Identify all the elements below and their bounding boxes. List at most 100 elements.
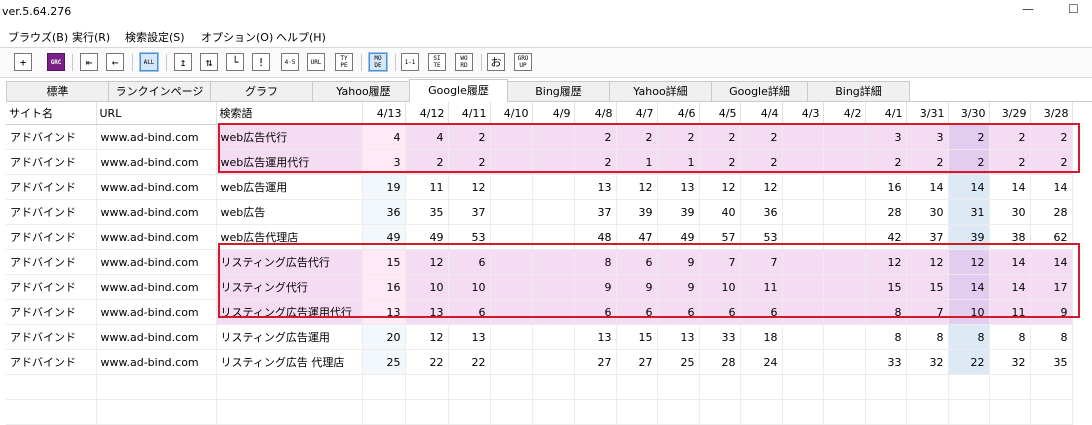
empty-cell	[906, 399, 949, 425]
column-header[interactable]: 4/11	[448, 102, 491, 125]
rank-cell: 13	[574, 324, 617, 350]
rank-cell: 20	[362, 324, 406, 350]
add-button[interactable]: +	[14, 53, 32, 71]
rank-cell	[823, 249, 866, 275]
keyword-cell: web広告	[216, 199, 363, 225]
toolbar: + GRC ⇤ ← ALL ↥ ⇅ └ ! 4·5 URL TY PE MO D…	[0, 47, 1092, 78]
column-header[interactable]: 3/29	[989, 102, 1031, 125]
column-header[interactable]: 4/1	[865, 102, 907, 125]
menu-browse[interactable]: ブラウズ(B)	[8, 29, 68, 45]
rank-cell: 11	[405, 174, 449, 200]
table-row[interactable]: アドバインド www.ad-bind.com リスティング広告運用 20 12 13 13 1…	[6, 324, 1073, 350]
group-button[interactable]: GRO UP	[514, 53, 532, 71]
bracket-button[interactable]: └	[226, 53, 244, 71]
column-header[interactable]: 3/30	[948, 102, 990, 125]
back-button[interactable]: ←	[106, 53, 124, 71]
tab-yahoo-detail[interactable]: Yahoo詳細	[609, 81, 712, 101]
rank-cell: 4	[362, 124, 406, 150]
rank-cell: 12	[405, 249, 449, 275]
menu-options[interactable]: オプション(O)	[201, 29, 273, 45]
rank-cell: 11	[989, 299, 1031, 325]
rank-cell	[823, 349, 866, 375]
tab-graph[interactable]: グラフ	[210, 81, 313, 101]
rank-cell: 7	[906, 299, 949, 325]
url-button[interactable]: URL	[307, 53, 325, 71]
table-row[interactable]: アドバインド www.ad-bind.com リスティング広告運用代行 13 13 6 6 6…	[6, 299, 1073, 325]
column-header[interactable]: URL	[96, 102, 217, 125]
rank-cell: 13	[657, 324, 700, 350]
rank-cell: 37	[448, 199, 491, 225]
table-row[interactable]: アドバインド www.ad-bind.com web広告代理店 49 49 53 48 47 4…	[6, 224, 1073, 250]
rank-cell: 53	[448, 224, 491, 250]
tab-google-history[interactable]: Google履歴	[409, 79, 508, 102]
type-button[interactable]: TY PE	[335, 53, 353, 71]
empty-cell	[532, 374, 575, 400]
maximize-icon[interactable]: ☐	[1068, 2, 1079, 16]
tab-bing-history[interactable]: Bing履歴	[507, 81, 610, 101]
rank-cell: 13	[362, 299, 406, 325]
table-row[interactable]: アドバインド www.ad-bind.com web広告 36 35 37 37 39 39 40…	[6, 199, 1073, 225]
menu-search-settings[interactable]: 検索設定(S)	[125, 29, 185, 45]
column-header[interactable]: 4/6	[657, 102, 700, 125]
rank-cell: 12	[948, 249, 990, 275]
exclaim-button[interactable]: !	[252, 53, 270, 71]
column-header[interactable]: 4/2	[823, 102, 866, 125]
range-button[interactable]: 4·5	[281, 53, 299, 71]
menu-help[interactable]: ヘルプ(H)	[276, 29, 326, 45]
sort-button[interactable]: ⇅	[200, 53, 218, 71]
column-header[interactable]: 3/28	[1030, 102, 1073, 125]
table-row[interactable]: アドバインド www.ad-bind.com web広告運用 19 11 12 13 12 13…	[6, 174, 1073, 200]
rank-cell: 14	[948, 274, 990, 300]
table-row[interactable]: アドバインド www.ad-bind.com web広告運用代行 3 2 2 2 1 1 2 2 2 2…	[6, 149, 1073, 175]
column-header[interactable]: 4/7	[616, 102, 658, 125]
all-button[interactable]: ALL	[140, 53, 158, 71]
empty-cell	[740, 374, 783, 400]
o-button[interactable]: お	[487, 53, 505, 71]
column-header[interactable]: 4/13	[362, 102, 406, 125]
rank-cell: 49	[405, 224, 449, 250]
column-header[interactable]: 検索語	[216, 102, 363, 125]
tab-yahoo-history[interactable]: Yahoo履歴	[312, 81, 415, 101]
rank-cell: 22	[448, 349, 491, 375]
minimize-icon[interactable]: —	[1022, 2, 1034, 16]
one-to-one-button[interactable]: 1-1	[401, 53, 419, 71]
empty-cell	[616, 374, 658, 400]
column-header[interactable]: 4/5	[699, 102, 741, 125]
empty-cell	[699, 374, 741, 400]
site-button[interactable]: SI TE	[428, 53, 446, 71]
table-row[interactable]: アドバインド www.ad-bind.com リスティング広告代行 15 12 6 8 6 9 7…	[6, 249, 1073, 275]
table-row[interactable]: アドバインド www.ad-bind.com リスティング代行 16 10 10 9 9 9 10…	[6, 274, 1073, 300]
column-header[interactable]: 4/3	[782, 102, 824, 125]
empty-cell	[1030, 374, 1073, 400]
menu-run[interactable]: 実行(R)	[72, 29, 110, 45]
tab-rank-in-page[interactable]: ランクインページ	[108, 81, 211, 101]
rank-cell: 8	[906, 324, 949, 350]
tab-bing-detail[interactable]: Bing詳細	[807, 81, 910, 101]
table-row[interactable]: アドバインド www.ad-bind.com リスティング広告 代理店 25 22 22 2…	[6, 349, 1073, 375]
rank-cell: 4	[405, 124, 449, 150]
mode-button[interactable]: MO DE	[369, 53, 387, 71]
site-name-cell: アドバインド	[6, 299, 97, 325]
column-header[interactable]: 4/9	[532, 102, 575, 125]
column-header[interactable]: 4/4	[740, 102, 783, 125]
word-button[interactable]: WO RD	[455, 53, 473, 71]
column-header[interactable]: 4/8	[574, 102, 617, 125]
table-row[interactable]: アドバインド www.ad-bind.com web広告代行 4 4 2 2 2 2 2 2 3 3 2 2…	[6, 124, 1073, 150]
column-header[interactable]: 3/31	[906, 102, 949, 125]
column-header[interactable]: 4/10	[490, 102, 533, 125]
up-button[interactable]: ↥	[174, 53, 192, 71]
site-name-cell: アドバインド	[6, 349, 97, 375]
grc-button[interactable]: GRC	[47, 53, 65, 71]
column-header[interactable]: サイト名	[6, 102, 97, 125]
empty-cell	[448, 374, 491, 400]
rank-cell: 3	[906, 124, 949, 150]
tab-standard[interactable]: 標準	[6, 81, 109, 101]
empty-cell	[823, 399, 866, 425]
first-page-button[interactable]: ⇤	[80, 53, 98, 71]
rank-cell: 53	[740, 224, 783, 250]
rank-cell: 14	[989, 174, 1031, 200]
rank-cell: 16	[865, 174, 907, 200]
empty-cell	[906, 374, 949, 400]
column-header[interactable]: 4/12	[405, 102, 449, 125]
tab-google-detail[interactable]: Google詳細	[711, 81, 808, 101]
